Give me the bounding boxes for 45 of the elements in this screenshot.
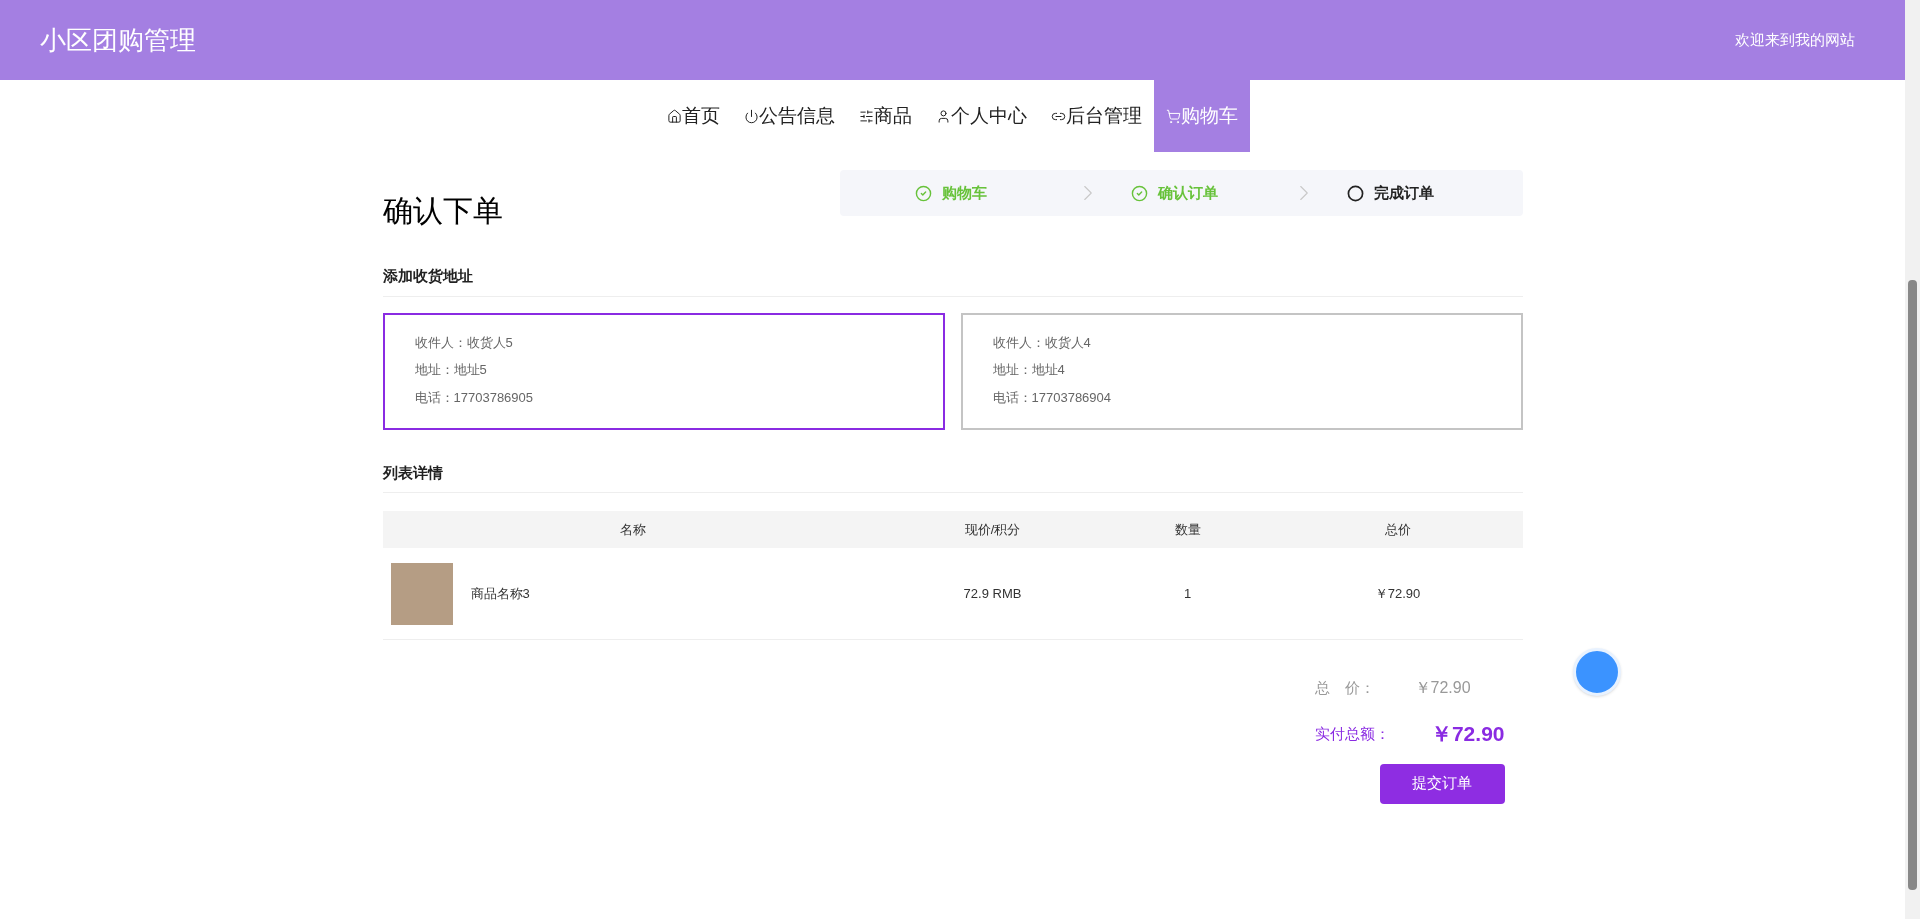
nav-item[interactable]: 公告信息 bbox=[732, 80, 847, 152]
paid-value: ￥72.90 bbox=[1430, 721, 1505, 747]
welcome-text: 欢迎来到我的网站 bbox=[1735, 29, 1855, 50]
cart-icon bbox=[1166, 108, 1181, 124]
nav-item[interactable]: 首页 bbox=[655, 80, 732, 152]
submit-button[interactable]: 提交订单 bbox=[1379, 763, 1505, 804]
address-card[interactable]: 收件人：收货人4 地址：地址4 电话：17703786904 bbox=[960, 312, 1523, 430]
step-item: 购物车 bbox=[915, 181, 1045, 205]
home-icon bbox=[667, 108, 682, 124]
photo-placeholder bbox=[390, 562, 453, 625]
column-header: 名称 bbox=[618, 520, 647, 539]
check-circle-icon bbox=[1131, 184, 1148, 202]
step-item: 确认订单 bbox=[1131, 181, 1261, 205]
total-label: 总 价： bbox=[1314, 677, 1376, 698]
circle-icon bbox=[1347, 184, 1364, 202]
site-title: 小区团购管理 bbox=[40, 23, 196, 57]
step-item: 完成订单 bbox=[1347, 181, 1477, 205]
table-cell-text: 72.9 RMB bbox=[962, 584, 1023, 603]
table-cell-text: 1 bbox=[1182, 584, 1193, 603]
column-header: 现价/积分 bbox=[963, 520, 1022, 539]
address-line: 电话：17703786905 bbox=[414, 388, 535, 407]
sliders-icon bbox=[859, 108, 874, 124]
table-cell-text: 商品名称3 bbox=[470, 584, 530, 603]
check-circle-icon bbox=[915, 184, 932, 202]
address-card[interactable]: 收件人：收货人5 地址：地址5 电话：17703786905 bbox=[382, 312, 945, 430]
paid-label: 实付总额： bbox=[1314, 723, 1390, 744]
section-title: 列表详情 bbox=[382, 461, 1523, 493]
nav-item[interactable]: 商品 bbox=[847, 80, 924, 152]
column-header: 数量 bbox=[1173, 520, 1202, 539]
table-cell-text: ￥72.90 bbox=[1373, 584, 1422, 603]
column-header: 总价 bbox=[1383, 520, 1412, 539]
nav-item[interactable]: 后台管理 bbox=[1039, 80, 1154, 152]
section-title: 添加收货地址 bbox=[382, 265, 1523, 297]
floating-circle-button[interactable] bbox=[1573, 648, 1621, 696]
user-icon bbox=[936, 108, 951, 124]
address-line: 地址：地址4 bbox=[992, 361, 1066, 379]
address-line: 收件人：收货人4 bbox=[992, 333, 1092, 352]
total-value: ￥72.90 bbox=[1414, 678, 1471, 698]
power-icon bbox=[744, 108, 759, 124]
nav-item[interactable]: 个人中心 bbox=[924, 80, 1039, 152]
address-line: 电话：17703786904 bbox=[992, 388, 1113, 407]
address-line: 地址：地址5 bbox=[414, 361, 488, 379]
page-title: 确认下单 bbox=[382, 193, 503, 229]
scrollbar-thumb[interactable] bbox=[1908, 280, 1917, 890]
address-line: 收件人：收货人5 bbox=[414, 333, 514, 352]
